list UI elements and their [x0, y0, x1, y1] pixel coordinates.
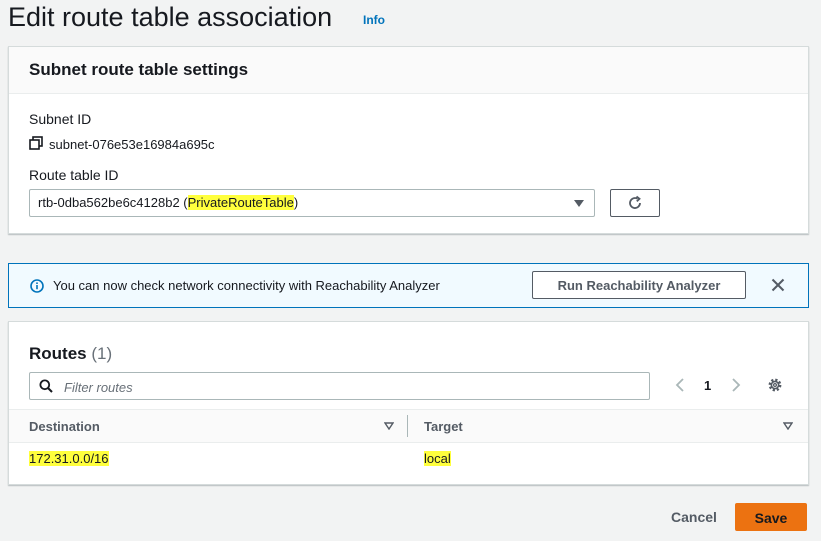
routes-panel: Routes (1) 1 Destination Target 172.31.0… — [8, 321, 809, 485]
sort-icon[interactable] — [783, 422, 793, 430]
refresh-button[interactable] — [610, 189, 660, 217]
subnet-id-label: Subnet ID — [29, 111, 92, 127]
subnet-id-value: subnet-076e53e16984a695c — [49, 137, 215, 152]
column-header-target[interactable]: Target — [424, 419, 463, 434]
cancel-button[interactable]: Cancel — [654, 504, 734, 530]
chevron-left-icon[interactable] — [675, 378, 685, 392]
route-table-selected-value: rtb-0dba562be6c4128b2 (PrivateRouteTable… — [38, 195, 298, 210]
panel-title: Subnet route table settings — [29, 60, 249, 79]
chevron-right-icon[interactable] — [731, 378, 741, 392]
search-icon — [39, 379, 53, 393]
routes-count: (1) — [91, 344, 113, 363]
route-destination-cell: 172.31.0.0/16 — [29, 451, 109, 466]
route-table-select[interactable]: rtb-0dba562be6c4128b2 (PrivateRouteTable… — [29, 189, 595, 217]
page-title: Edit route table association — [8, 2, 333, 32]
subnet-settings-panel: Subnet route table settings Subnet ID su… — [8, 46, 809, 234]
route-table-name: PrivateRouteTable — [187, 195, 294, 210]
table-header: Destination Target — [9, 409, 808, 443]
banner-message: You can now check network connectivity w… — [53, 278, 440, 293]
filter-routes-input[interactable] — [62, 376, 636, 398]
page-number[interactable]: 1 — [704, 378, 711, 393]
close-icon[interactable] — [771, 278, 785, 292]
route-table-id: rtb-0dba562be6c4128b2 — [38, 195, 180, 210]
filter-routes-field[interactable] — [29, 372, 650, 400]
panel-header: Subnet route table settings — [9, 47, 808, 94]
route-table-open-paren: ( — [179, 195, 188, 210]
gear-icon[interactable] — [767, 377, 783, 393]
route-table-close-paren: ) — [293, 195, 299, 210]
route-target-cell: local — [424, 451, 451, 466]
info-banner: You can now check network connectivity w… — [8, 263, 809, 308]
copy-icon[interactable] — [29, 136, 43, 150]
save-button[interactable]: Save — [735, 503, 807, 531]
routes-title: Routes (1) — [29, 344, 112, 364]
info-icon — [30, 279, 44, 293]
column-header-destination[interactable]: Destination — [29, 419, 100, 434]
info-link[interactable]: Info — [363, 13, 385, 27]
caret-down-icon — [574, 200, 584, 207]
column-divider[interactable] — [407, 415, 408, 437]
routes-title-text: Routes — [29, 344, 87, 363]
route-table-label: Route table ID — [29, 167, 119, 183]
refresh-icon — [629, 195, 641, 209]
run-reachability-analyzer-button[interactable]: Run Reachability Analyzer — [532, 271, 746, 299]
sort-icon[interactable] — [384, 422, 394, 430]
